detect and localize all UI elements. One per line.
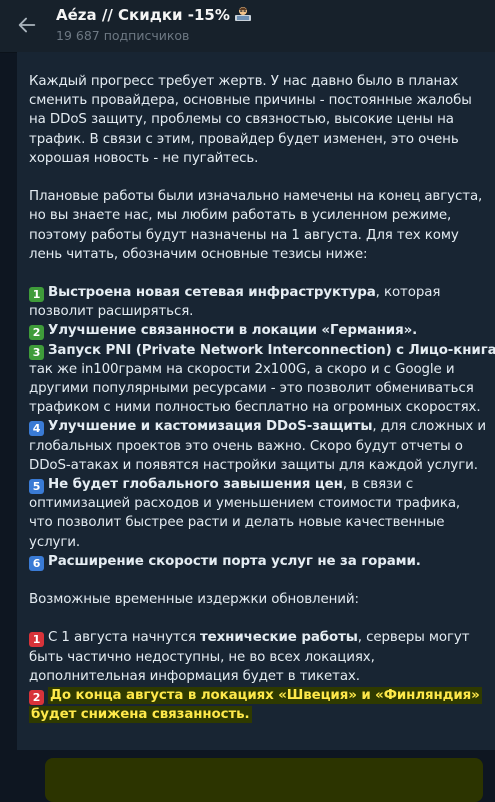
text-line: хорошая новость - не пугайтесь. — [29, 150, 259, 166]
list-item-text: , серверы могут — [357, 630, 470, 646]
text-line: трафиком с ними полностью бесплатно на о… — [29, 400, 481, 416]
back-button[interactable] — [12, 10, 42, 40]
text-line: услуги. — [29, 534, 81, 550]
text-line: трафик. В связи с этим, провайдер будет … — [29, 131, 459, 147]
text-line: DDoS-атаках и появятся настройки защиты … — [29, 457, 478, 473]
number-keycap-icon: 2 — [29, 325, 44, 341]
list-item-bold: Улучшение и кастомизация DDoS-защиты — [48, 419, 373, 435]
list-item-text: , в связи с — [342, 476, 414, 492]
text-line: дополнительная информация будет в тикета… — [29, 668, 360, 684]
number-keycap-icon: 6 — [29, 555, 44, 571]
list-item: 1С 1 августа начнутся технические работы… — [29, 628, 489, 648]
list-item-bold: Улучшение связанности в локации «Германи… — [48, 323, 418, 339]
list-item-bold: Запуск PNI (Private Network Interconnect… — [48, 342, 495, 358]
list-item-bold: Расширение скорости порта услуг не за го… — [48, 553, 421, 569]
arrow-left-icon — [18, 17, 36, 33]
technologist-emoji-icon — [234, 7, 251, 21]
list-item-text: , которая — [375, 285, 441, 301]
chat-header: Aéza // Скидки -15% 19 687 подписчиков — [0, 0, 495, 53]
list-item-bold: Не будет глобального завышения цен — [48, 476, 343, 492]
channel-title-text: Aéza // Скидки -15% — [56, 6, 230, 24]
highlighted-text: До конца августа в локациях «Швеция» и «… — [48, 687, 482, 704]
list-item: 2 До конца августа в локациях «Швеция» и … — [29, 686, 489, 705]
number-keycap-icon: 4 — [29, 421, 44, 437]
text-line: так же in100грамм на скорости 2x100G, а … — [29, 361, 455, 377]
list-item: 3 Запуск PNI (Private Network Interconnec… — [29, 341, 495, 360]
number-keycap-icon: 5 — [29, 478, 44, 494]
text-line: Возможные временные издержки обновлений: — [29, 592, 359, 608]
text-line: Каждый прогресс требует жертв. У нас дав… — [29, 74, 459, 89]
text-line: лень читать, обозначим основные тезисы н… — [29, 246, 368, 262]
number-keycap-icon: 2 — [29, 690, 44, 705]
text-line: другими популярными ресурсами - это позв… — [29, 381, 474, 396]
list-item-bold: Выстроена новая сетевая инфраструктура — [48, 285, 376, 301]
text-line: сменить провайдера, основные причины - п… — [29, 93, 472, 109]
text-line: Плановые работы были изначально намечены… — [29, 189, 483, 205]
list-item-bold: технические работы — [200, 630, 358, 646]
text-line: что позволит быстрее расти и делать новы… — [29, 515, 445, 531]
text-line: на DDoS защиту, проблемы со связностью, … — [29, 112, 454, 128]
highlight-box — [45, 758, 483, 802]
channel-title[interactable]: Aéza // Скидки -15% — [56, 6, 252, 24]
text-line: быть частично недоступны, не во всех лок… — [29, 649, 375, 665]
list-item: 1 Выстроена новая сетевая инфраструктура,… — [29, 283, 489, 303]
text-line: поэтому работы будут назначены на 1 авгу… — [29, 227, 459, 243]
subscriber-count: 19 687 подписчиков — [56, 28, 190, 43]
number-keycap-icon: 3 — [29, 344, 44, 360]
list-item-text: С 1 августа начнутся — [48, 630, 200, 646]
text-line: будет снижена связанность. — [29, 705, 489, 724]
list-item: 2 Улучшение связанности в локации «Герман… — [29, 321, 489, 341]
highlighted-text: будет снижена связанность. — [29, 706, 252, 724]
text-line: но вы знаете нас, мы любим работать в ус… — [29, 208, 452, 224]
number-keycap-icon: 1 — [29, 632, 44, 648]
message-text: Каждый прогресс требует жертв. У нас дав… — [29, 72, 495, 802]
list-item-text: , для сложных и — [372, 419, 486, 435]
list-item: 5 Не будет глобального завышения цен, в с… — [29, 475, 489, 494]
number-keycap-icon: 1 — [29, 287, 44, 303]
list-item: 4 Улучшение и кастомизация DDoS-защиты, д… — [29, 417, 489, 437]
list-item: 6 Расширение скорости порта услуг не за г… — [29, 552, 489, 571]
text-line: оптимизацией расходов и уменьшением стои… — [29, 496, 461, 512]
text-line: глобальных проектов это очень важно. Ско… — [29, 438, 463, 454]
text-line: позволит расширяться. — [29, 304, 194, 320]
